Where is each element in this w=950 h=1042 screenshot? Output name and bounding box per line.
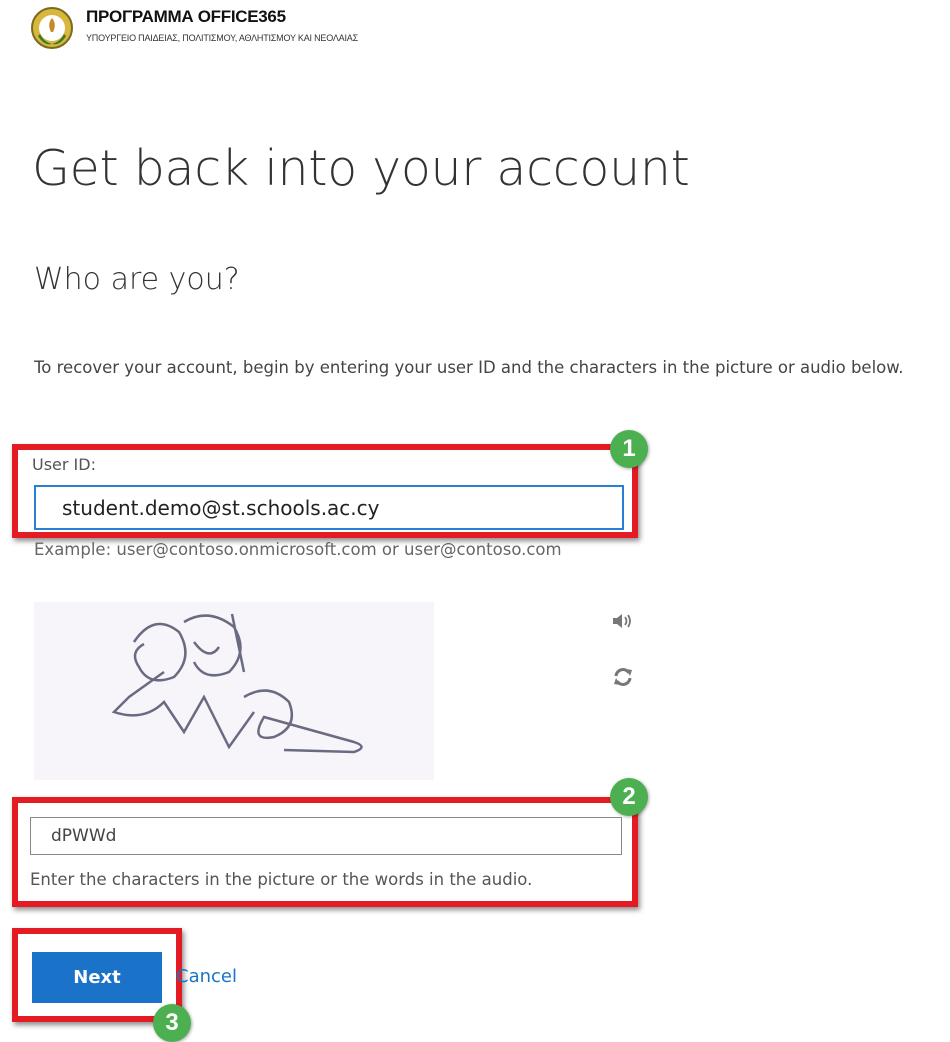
ministry-emblem-logo [31, 7, 73, 49]
brand-title: ΠΡΟΓΡΑΜΜΑ OFFICE365 [86, 7, 286, 26]
captcha-stroke [111, 670, 256, 750]
user-id-label: User ID: [32, 455, 96, 474]
speaker-icon[interactable] [612, 612, 634, 630]
intro-text: To recover your account, begin by enteri… [34, 358, 904, 377]
page-title: Get back into your account [32, 140, 690, 197]
captcha-hint: Enter the characters in the picture or t… [30, 870, 533, 889]
captcha-stroke [132, 622, 187, 682]
user-id-input[interactable]: student.demo@st.schools.ac.cy [34, 485, 624, 530]
captcha-image [34, 602, 434, 780]
page-subtitle: Who are you? [34, 262, 240, 297]
step-badge-2: 2 [610, 778, 648, 816]
user-id-example: Example: user@contoso.onmicrosoft.com or… [34, 540, 562, 559]
captcha-stroke [243, 689, 363, 754]
step-badge-1: 1 [610, 430, 648, 468]
cancel-link[interactable]: Cancel [176, 966, 237, 987]
captcha-stroke [183, 614, 242, 677]
step-badge-3: 3 [153, 1004, 191, 1042]
next-button[interactable]: Next [32, 952, 162, 1003]
captcha-input[interactable]: dPWWd [30, 817, 622, 855]
brand-subtitle: ΥΠΟΥΡΓΕΙΟ ΠΑΙΔΕΙΑΣ, ΠΟΛΙΤΙΣΜΟΥ, ΑΘΛΗΤΙΣΜ… [86, 33, 358, 43]
captcha-drawing [111, 613, 363, 754]
refresh-icon[interactable] [612, 666, 634, 688]
